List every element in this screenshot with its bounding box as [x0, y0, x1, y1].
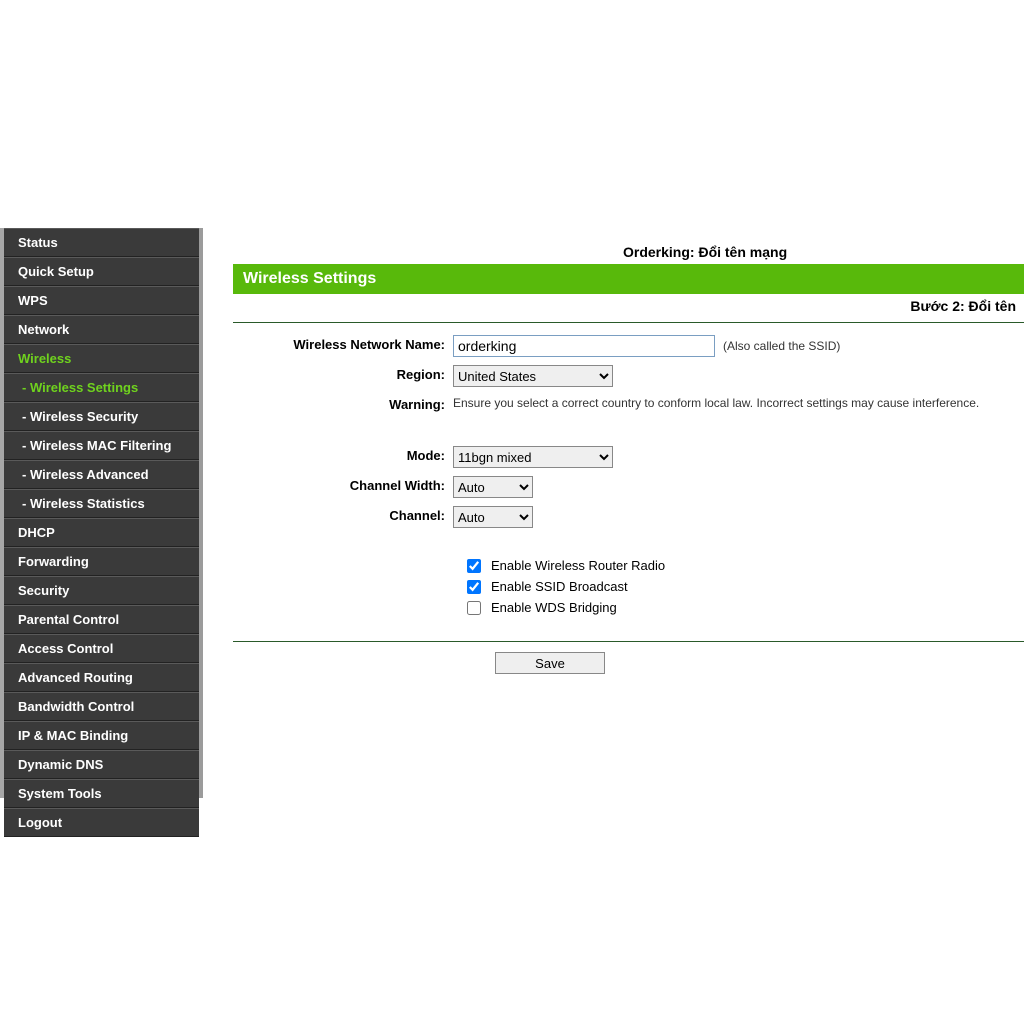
- sidebar-item-security[interactable]: Security: [4, 576, 199, 605]
- sidebar-item-system-tools[interactable]: System Tools: [4, 779, 199, 808]
- sidebar-item-parental-control[interactable]: Parental Control: [4, 605, 199, 634]
- sidebar-item-wireless-advanced[interactable]: - Wireless Advanced: [4, 460, 199, 489]
- label-mode: Mode:: [263, 446, 453, 463]
- label-channel: Channel:: [263, 506, 453, 523]
- sidebar-item-dhcp[interactable]: DHCP: [4, 518, 199, 547]
- wireless-form: Wireless Network Name: (Also called the …: [233, 335, 1024, 528]
- sidebar-nav: StatusQuick SetupWPSNetworkWireless- Wir…: [0, 228, 199, 798]
- warning-text: Ensure you select a correct country to c…: [453, 395, 979, 411]
- label-region: Region:: [263, 365, 453, 382]
- sidebar-item-quick-setup[interactable]: Quick Setup: [4, 257, 199, 286]
- sidebar-item-wireless-security[interactable]: - Wireless Security: [4, 402, 199, 431]
- sidebar-item-dynamic-dns[interactable]: Dynamic DNS: [4, 750, 199, 779]
- region-select[interactable]: United States: [453, 365, 613, 387]
- checkbox-ssid-broadcast-label: Enable SSID Broadcast: [491, 579, 628, 594]
- checkbox-wds[interactable]: [467, 601, 481, 615]
- sidebar-item-forwarding[interactable]: Forwarding: [4, 547, 199, 576]
- mode-select[interactable]: 11bgn mixed: [453, 446, 613, 468]
- checkbox-radio[interactable]: [467, 559, 481, 573]
- checkbox-radio-label: Enable Wireless Router Radio: [491, 558, 665, 573]
- sidebar-item-access-control[interactable]: Access Control: [4, 634, 199, 663]
- label-warning: Warning:: [263, 395, 453, 412]
- annotation-top: Orderking: Đổi tên mạng: [623, 244, 787, 260]
- sidebar-item-ip-mac-binding[interactable]: IP & MAC Binding: [4, 721, 199, 750]
- sidebar-item-wps[interactable]: WPS: [4, 286, 199, 315]
- sidebar-item-wireless-settings[interactable]: - Wireless Settings: [4, 373, 199, 402]
- label-channel-width: Channel Width:: [263, 476, 453, 493]
- channel-select[interactable]: Auto: [453, 506, 533, 528]
- save-button[interactable]: Save: [495, 652, 605, 674]
- sidebar-item-wireless[interactable]: Wireless: [4, 344, 199, 373]
- sidebar-item-bandwidth-control[interactable]: Bandwidth Control: [4, 692, 199, 721]
- ssid-input[interactable]: [453, 335, 715, 357]
- main-content: Orderking: Đổi tên mạng Wireless Setting…: [199, 228, 1024, 798]
- checkbox-wds-label: Enable WDS Bridging: [491, 600, 617, 615]
- sidebar-item-wireless-mac-filtering[interactable]: - Wireless MAC Filtering: [4, 431, 199, 460]
- page-title: Wireless Settings: [233, 264, 1024, 294]
- label-ssid: Wireless Network Name:: [263, 335, 453, 352]
- sidebar-item-wireless-statistics[interactable]: - Wireless Statistics: [4, 489, 199, 518]
- channel-width-select[interactable]: Auto: [453, 476, 533, 498]
- sidebar-item-logout[interactable]: Logout: [4, 808, 199, 837]
- checkbox-group: Enable Wireless Router Radio Enable SSID…: [467, 558, 1024, 615]
- ssid-hint: (Also called the SSID): [723, 339, 840, 353]
- annotation-step2: Bước 2: Đổi tên: [233, 298, 1024, 314]
- divider-bottom: [233, 641, 1024, 642]
- sidebar-item-advanced-routing[interactable]: Advanced Routing: [4, 663, 199, 692]
- divider-top: [233, 322, 1024, 323]
- sidebar-item-network[interactable]: Network: [4, 315, 199, 344]
- checkbox-ssid-broadcast[interactable]: [467, 580, 481, 594]
- sidebar-item-status[interactable]: Status: [4, 228, 199, 257]
